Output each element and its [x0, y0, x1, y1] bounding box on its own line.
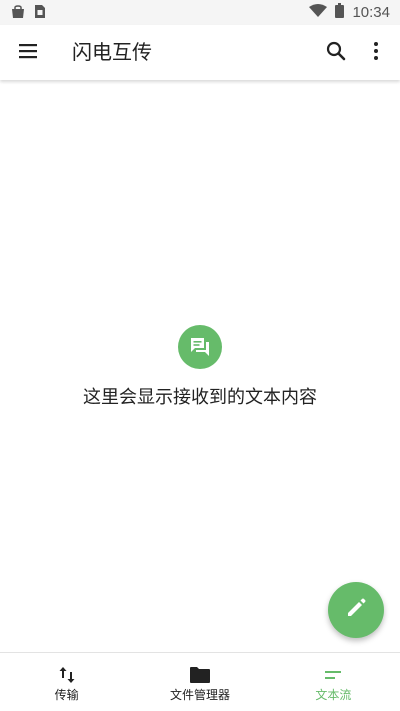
- more-vert-icon: [373, 41, 379, 65]
- app-bar: 闪电互传: [0, 25, 400, 80]
- menu-button[interactable]: [10, 35, 46, 71]
- text-lines-icon: [321, 665, 345, 685]
- chat-bubbles-icon: [178, 325, 222, 369]
- compose-text-button[interactable]: [328, 582, 384, 638]
- menu-icon: [18, 43, 38, 63]
- nav-item-file-manager[interactable]: 文件管理器: [133, 653, 266, 711]
- status-left-icons: [10, 4, 46, 23]
- nav-label-transfer: 传输: [54, 688, 79, 702]
- nav-item-transfer[interactable]: 传输: [0, 653, 133, 711]
- page-title: 闪电互传: [72, 40, 152, 64]
- nav-label-text-stream: 文本流: [315, 688, 352, 702]
- more-options-button[interactable]: [358, 35, 394, 71]
- sim-card-icon: [34, 4, 46, 23]
- status-time: 10:34: [352, 3, 390, 21]
- status-right: 10:34: [309, 3, 390, 21]
- text-stream-content: 这里会显示接收到的文本内容: [0, 80, 400, 652]
- search-button[interactable]: [318, 35, 354, 71]
- transfer-arrows-icon: [55, 665, 79, 685]
- bottom-navigation: 传输 文件管理器 文本流: [0, 652, 400, 711]
- nav-item-text-stream[interactable]: 文本流: [267, 653, 400, 711]
- status-bar: 10:34: [0, 0, 400, 25]
- battery-icon: [335, 3, 345, 21]
- pencil-icon: [345, 597, 367, 623]
- bag-icon: [10, 4, 26, 23]
- nav-label-file-manager: 文件管理器: [169, 688, 230, 702]
- wifi-icon: [309, 3, 328, 21]
- empty-state-message: 这里会显示接收到的文本内容: [83, 387, 317, 408]
- search-icon: [326, 41, 346, 65]
- folder-icon: [188, 665, 212, 685]
